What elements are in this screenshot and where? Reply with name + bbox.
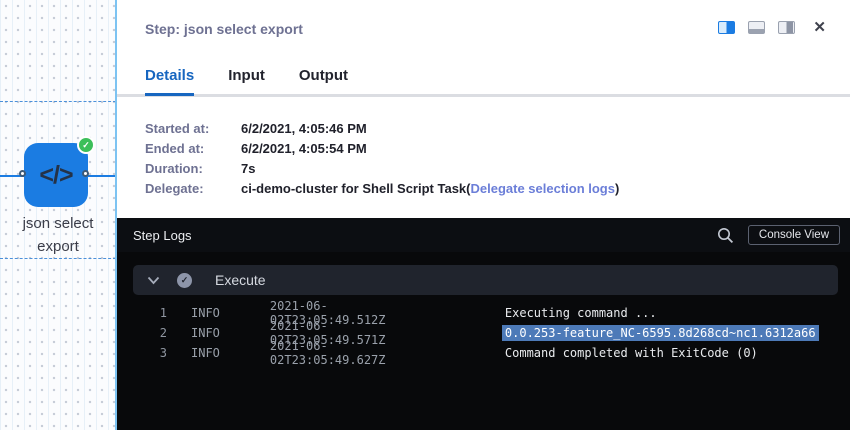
right-panel-icon[interactable] <box>778 21 795 34</box>
log-lines: 1 INFO 2021-06-02T23:05:49.512Z Executin… <box>117 303 850 363</box>
canvas-panel-divider[interactable] <box>115 0 117 430</box>
section-success-icon: ✓ <box>177 273 192 288</box>
log-line-number: 3 <box>147 346 167 360</box>
close-icon[interactable]: ✕ <box>813 20 826 35</box>
split-view-icon[interactable] <box>718 21 735 34</box>
log-line-number: 2 <box>147 326 167 340</box>
success-check-badge: ✓ <box>77 136 95 154</box>
chevron-down-icon[interactable] <box>147 276 160 285</box>
node-label: json select export <box>0 212 116 259</box>
pipeline-canvas[interactable]: </> ✓ json select export <box>0 0 116 430</box>
log-section-title: Execute <box>215 272 266 288</box>
tab-input[interactable]: Input <box>228 67 265 96</box>
code-icon: </> <box>39 161 72 190</box>
step-details-panel: Step: json select export ✕ Details Input… <box>117 0 850 218</box>
details-grid: Started at: 6/2/2021, 4:05:46 PM Ended a… <box>145 119 619 199</box>
node-output-port[interactable] <box>82 170 89 177</box>
log-line-1[interactable]: 1 INFO 2021-06-02T23:05:49.512Z Executin… <box>117 303 850 323</box>
log-line-3[interactable]: 3 INFO 2021-06-02T23:05:49.627Z Command … <box>117 343 850 363</box>
log-message: Command completed with ExitCode (0) <box>505 346 758 360</box>
detail-label-duration: Duration: <box>145 159 241 179</box>
log-section-execute[interactable]: ✓ Execute <box>133 265 838 295</box>
console-view-button[interactable]: Console View <box>748 225 840 245</box>
detail-value-ended: 6/2/2021, 4:05:54 PM <box>241 139 619 159</box>
log-level: INFO <box>191 326 220 340</box>
delegate-text: ci-demo-cluster for Shell Script Task( <box>241 181 470 196</box>
log-level: INFO <box>191 346 220 360</box>
node-input-port[interactable] <box>19 170 26 177</box>
detail-label-ended: Ended at: <box>145 139 241 159</box>
bottom-panel-icon[interactable] <box>748 21 765 34</box>
step-logs-header: Step Logs Console View <box>117 218 850 252</box>
detail-value-started: 6/2/2021, 4:05:46 PM <box>241 119 619 139</box>
panel-title: Step: json select export <box>145 21 303 37</box>
delegate-selection-logs-link[interactable]: Delegate selection logs <box>470 181 615 196</box>
tab-bar: Details Input Output <box>145 67 348 96</box>
stage-boundary-top <box>0 101 116 102</box>
step-logs-title: Step Logs <box>133 228 192 243</box>
logs-actions: Console View <box>717 218 840 252</box>
step-node-json-select-export[interactable]: </> ✓ <box>24 143 88 207</box>
step-logs-panel: Step Logs Console View ✓ Execute 1 INFO … <box>117 218 850 430</box>
log-timestamp: 2021-06-02T23:05:49.627Z <box>270 339 443 367</box>
detail-value-delegate: ci-demo-cluster for Shell Script Task(De… <box>241 179 619 199</box>
delegate-text-suffix: ) <box>615 181 619 196</box>
log-level: INFO <box>191 306 220 320</box>
tab-output[interactable]: Output <box>299 67 348 96</box>
detail-label-started: Started at: <box>145 119 241 139</box>
log-line-number: 1 <box>147 306 167 320</box>
detail-value-duration: 7s <box>241 159 619 179</box>
search-icon[interactable] <box>717 227 734 244</box>
log-message-selected: 0.0.253-feature_NC-6595.8d268cd~nc1.6312… <box>502 325 819 341</box>
detail-label-delegate: Delegate: <box>145 179 241 199</box>
tab-details[interactable]: Details <box>145 67 194 96</box>
log-message: Executing command ... <box>505 306 657 320</box>
log-line-2[interactable]: 2 INFO 2021-06-02T23:05:49.571Z 0.0.253-… <box>117 323 850 343</box>
panel-layout-controls: ✕ <box>718 20 826 35</box>
